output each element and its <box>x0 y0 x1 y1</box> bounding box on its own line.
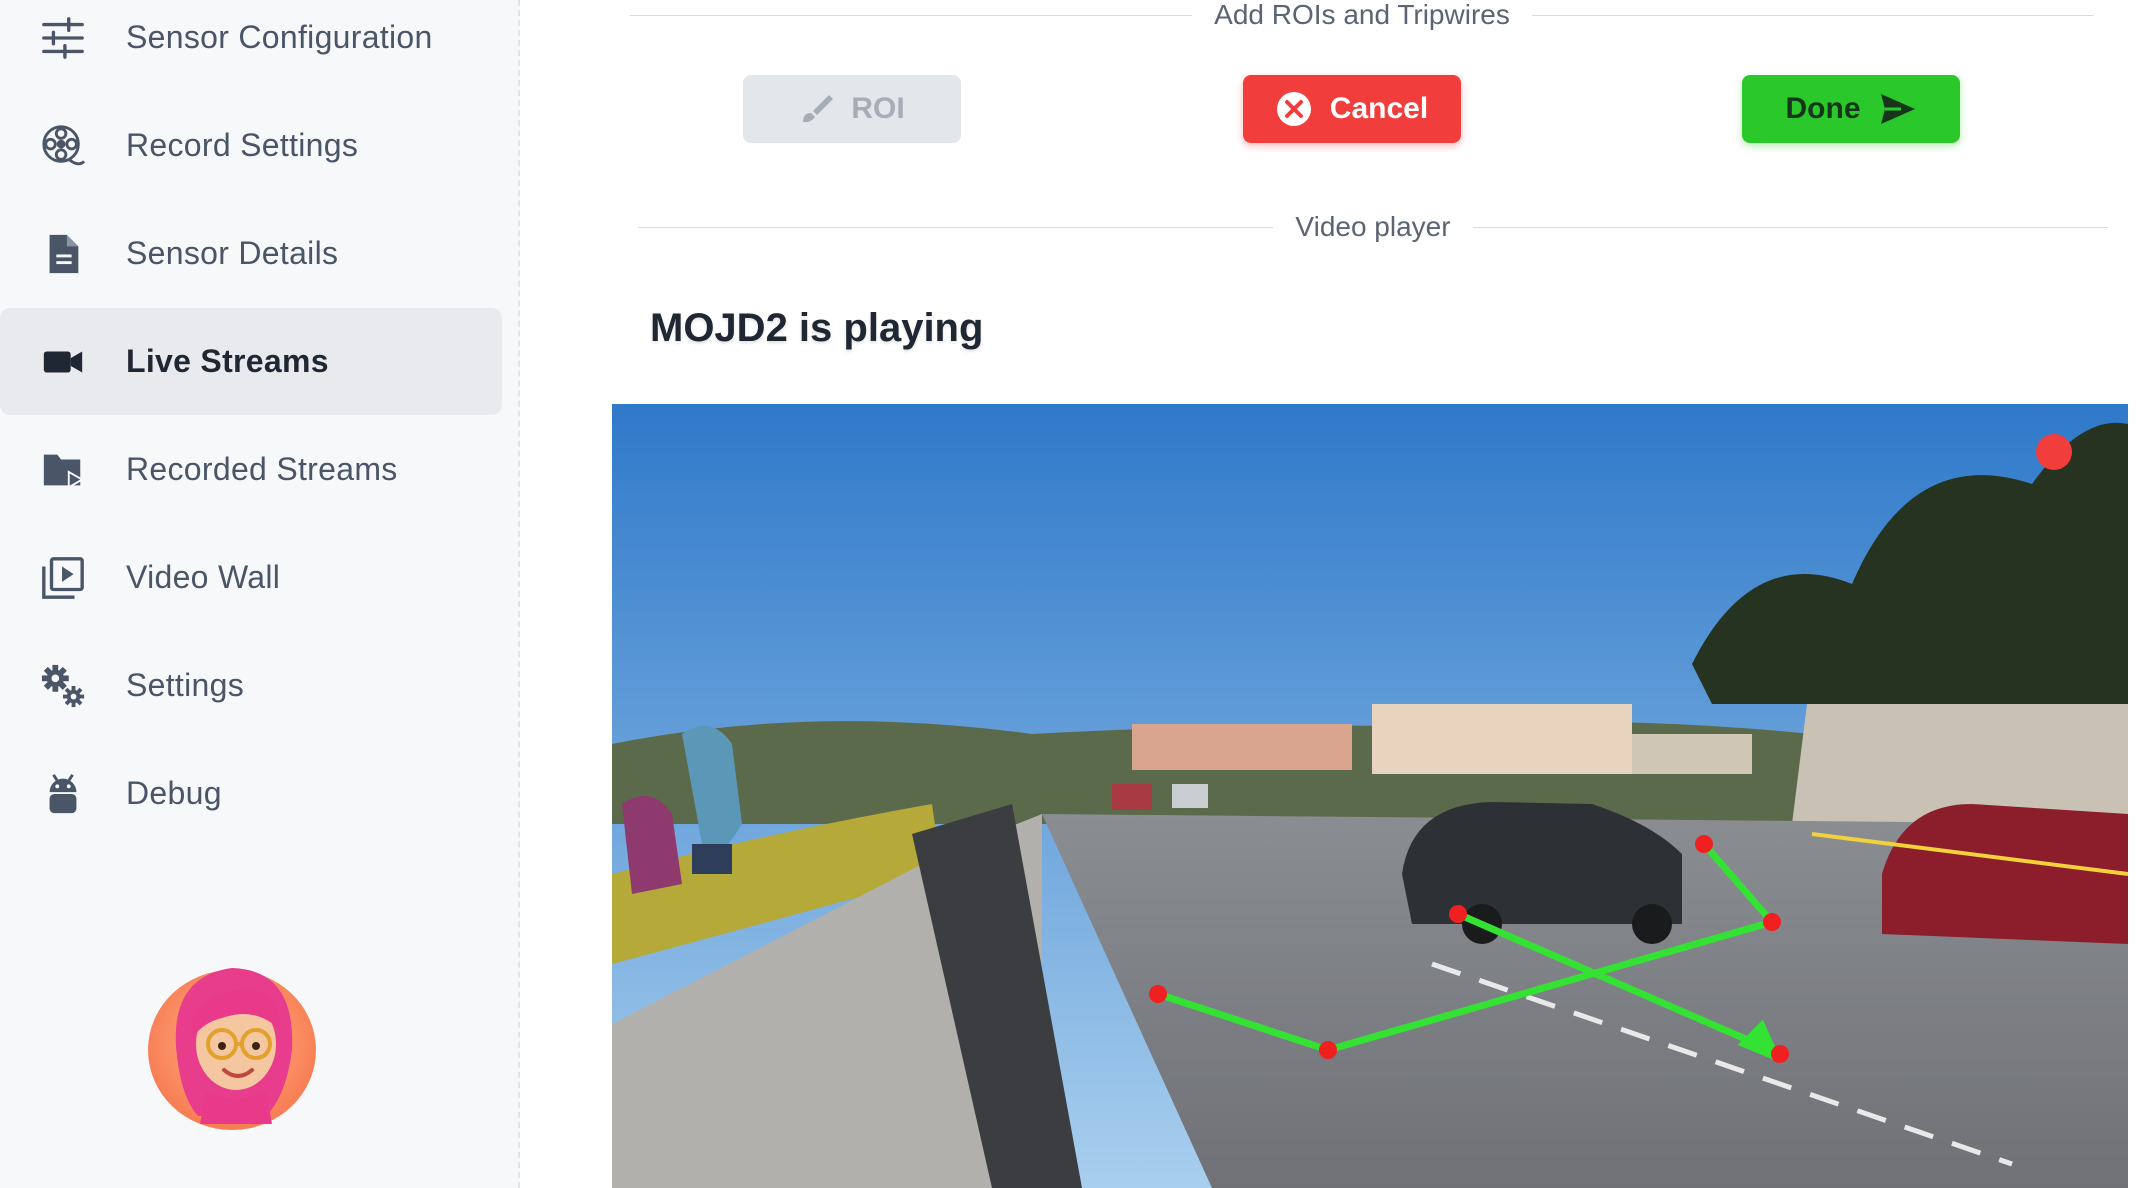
sidebar-item-label: Sensor Details <box>126 235 339 271</box>
video-camera-icon <box>38 337 88 387</box>
main-content: Add ROIs and Tripwires ROI Cancel Done V… <box>612 0 2134 1188</box>
divider-line <box>638 226 1274 228</box>
roi-button-label: ROI <box>851 92 905 125</box>
brush-icon <box>803 95 834 123</box>
sidebar-item-sensor-details[interactable]: Sensor Details <box>0 200 502 307</box>
film-reel-icon <box>38 121 88 171</box>
sidebar-item-video-wall[interactable]: Video Wall <box>0 524 502 631</box>
sidebar-item-label: Sensor Configuration <box>126 19 433 55</box>
player-section-header: Video player <box>638 207 2108 247</box>
video-player[interactable] <box>612 404 2128 1188</box>
android-icon <box>38 769 88 819</box>
cancel-button[interactable]: Cancel <box>1243 75 1461 143</box>
now-playing-title: MOJD2 is playing <box>650 306 984 350</box>
close-circle-icon <box>1276 92 1311 126</box>
roi-section-header: Add ROIs and Tripwires <box>630 0 2095 35</box>
roi-section-title: Add ROIs and Tripwires <box>1214 0 1510 30</box>
send-icon <box>1880 94 1915 124</box>
gears-icon <box>38 661 88 711</box>
sliders-icon <box>38 13 88 63</box>
document-icon <box>38 229 88 279</box>
cancel-button-label: Cancel <box>1329 92 1429 125</box>
sidebar-item-label: Live Streams <box>126 343 329 379</box>
sidebar-item-debug[interactable]: Debug <box>0 740 502 847</box>
sidebar-item-live-streams[interactable]: Live Streams <box>0 308 502 415</box>
sidebar-item-label: Recorded Streams <box>126 451 398 487</box>
sidebar-item-label: Debug <box>126 775 222 811</box>
sidebar-item-label: Settings <box>126 667 245 703</box>
divider-line <box>1472 226 2108 228</box>
sidebar-item-label: Video Wall <box>126 559 281 595</box>
user-avatar[interactable] <box>146 946 318 1130</box>
player-section-title: Video player <box>1295 211 1451 242</box>
sidebar: Sensor Configuration Record Settings Sen… <box>0 0 520 1188</box>
sidebar-item-recorded-streams[interactable]: Recorded Streams <box>0 416 502 523</box>
done-button-label: Done <box>1785 92 1861 125</box>
sidebar-item-sensor-configuration[interactable]: Sensor Configuration <box>0 0 502 91</box>
sidebar-item-settings[interactable]: Settings <box>0 632 502 739</box>
folder-play-icon <box>38 445 88 495</box>
done-button[interactable]: Done <box>1742 75 1960 143</box>
sidebar-item-record-settings[interactable]: Record Settings <box>0 92 502 199</box>
divider-line <box>630 14 1193 16</box>
video-library-icon <box>38 553 88 603</box>
video-frame[interactable] <box>612 404 2128 1188</box>
roi-button[interactable]: ROI <box>743 75 961 143</box>
recording-indicator <box>2036 434 2072 470</box>
divider-line <box>1531 14 2095 16</box>
sidebar-item-label: Record Settings <box>126 127 359 163</box>
